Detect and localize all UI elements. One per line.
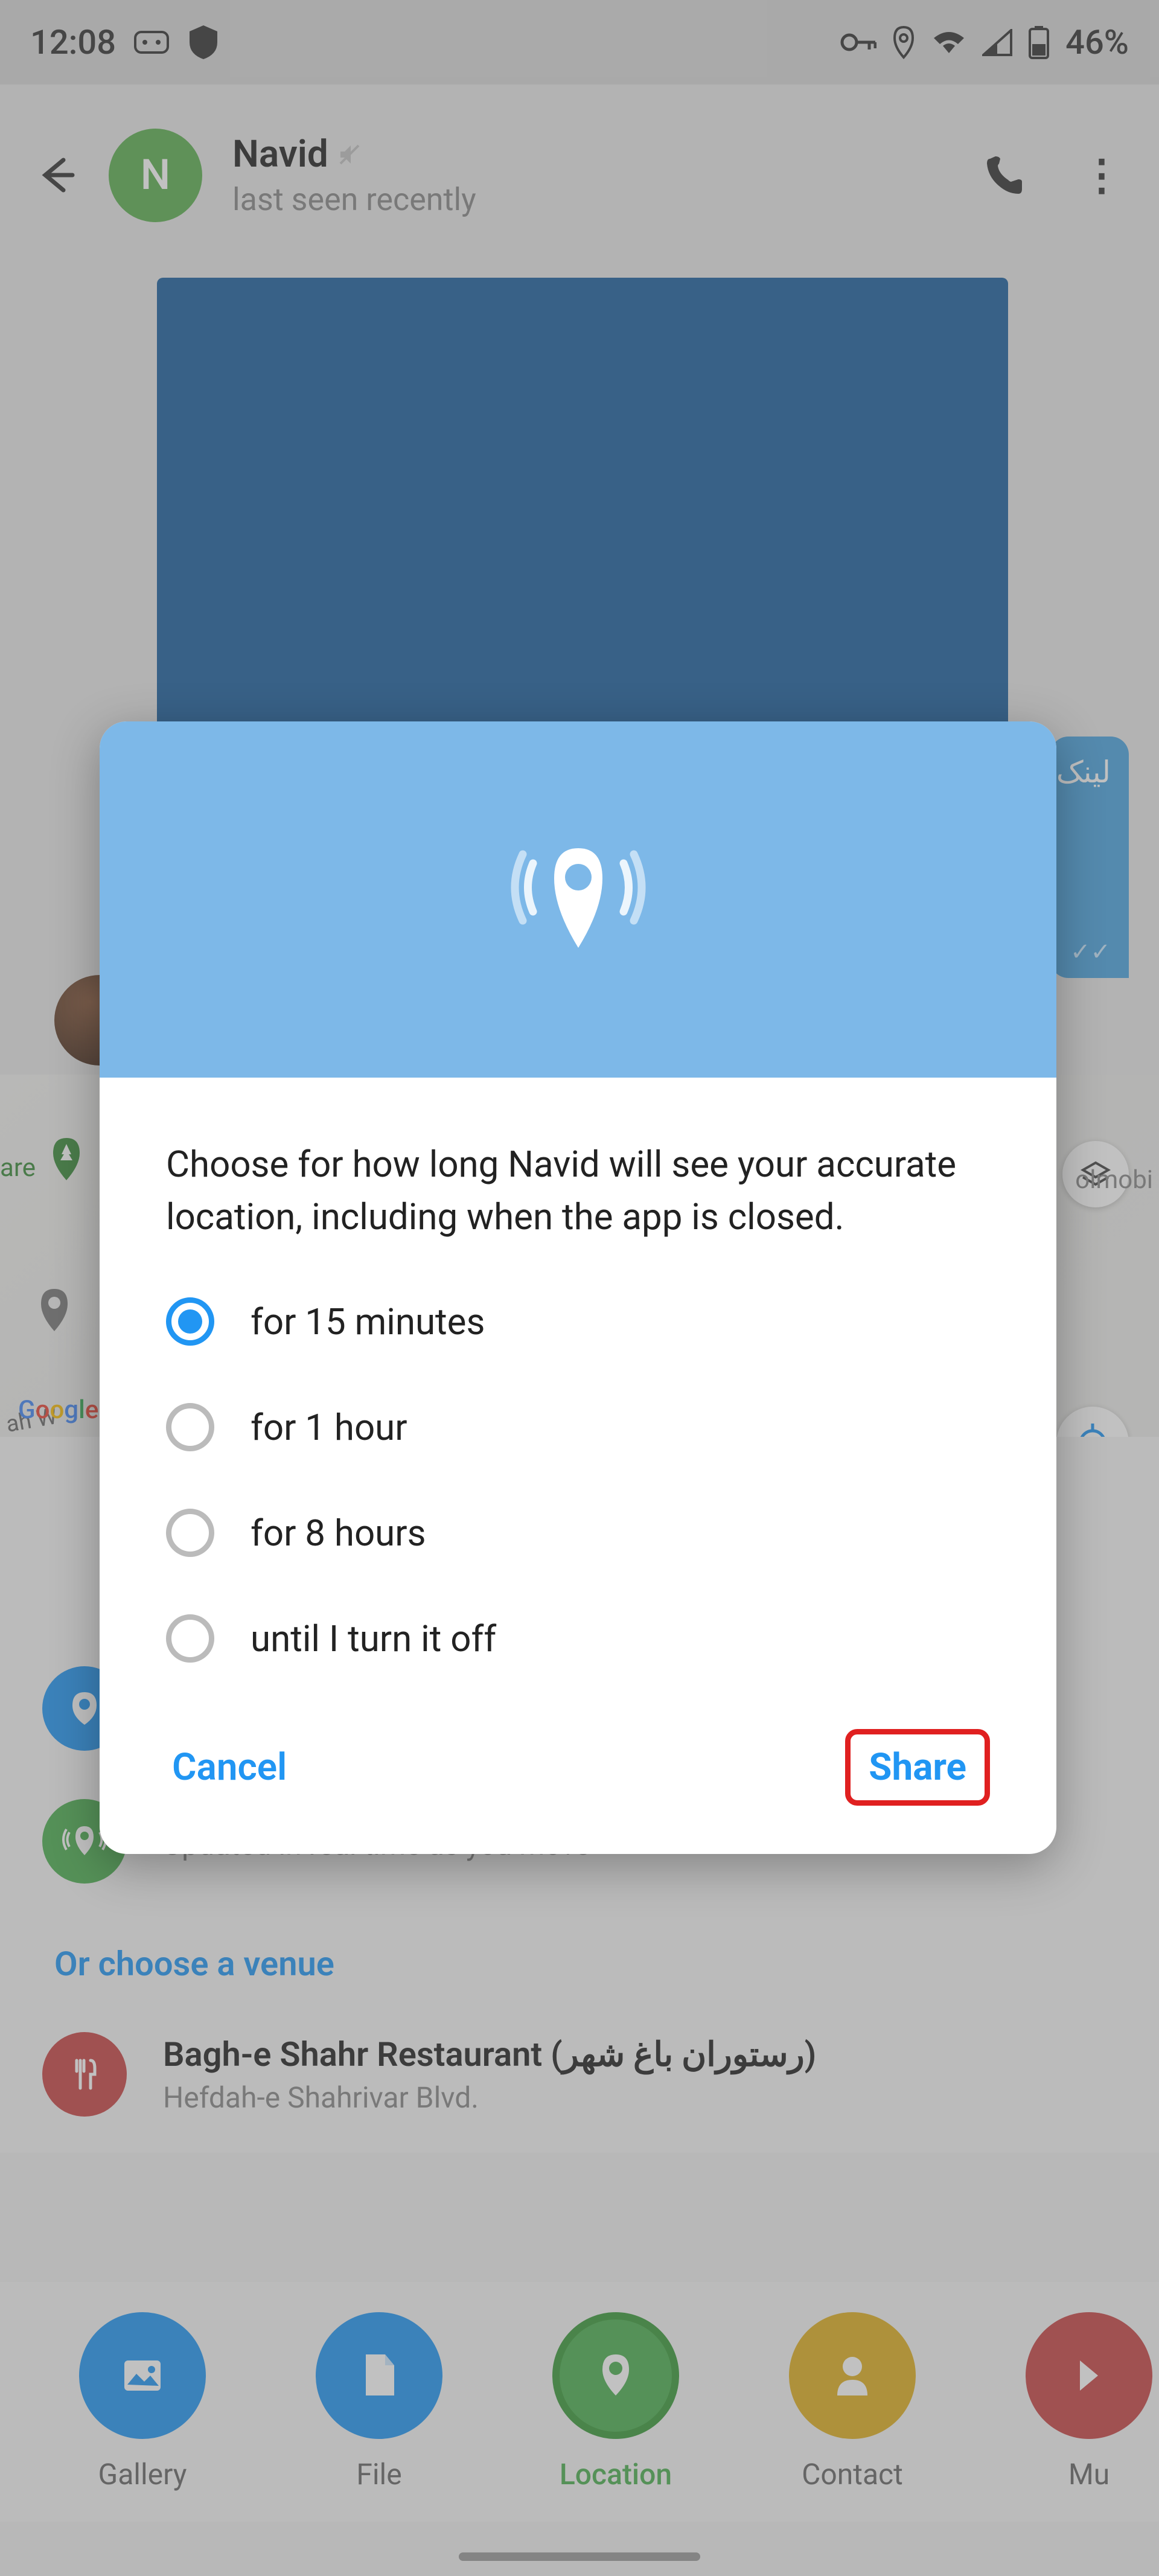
share-button[interactable]: Share xyxy=(845,1729,990,1806)
radio-button-icon xyxy=(166,1614,214,1663)
phone-screen: 12:08 46% xyxy=(0,0,1159,2576)
radio-button-icon xyxy=(166,1509,214,1557)
live-location-pin-icon xyxy=(494,830,663,969)
dialog-prompt: Choose for how long Navid will see your … xyxy=(166,1138,990,1243)
duration-radio-group: for 15 minutes for 1 hour for 8 hours un… xyxy=(166,1297,990,1663)
radio-1-hour[interactable]: for 1 hour xyxy=(166,1403,990,1451)
radio-button-icon xyxy=(166,1403,214,1451)
radio-8-hours[interactable]: for 8 hours xyxy=(166,1509,990,1557)
radio-15-minutes[interactable]: for 15 minutes xyxy=(166,1297,990,1346)
radio-button-icon xyxy=(166,1297,214,1346)
radio-until-off[interactable]: until I turn it off xyxy=(166,1614,990,1663)
cancel-button[interactable]: Cancel xyxy=(166,1733,293,1801)
dialog-header xyxy=(100,721,1056,1078)
share-duration-dialog: Choose for how long Navid will see your … xyxy=(100,721,1056,1854)
